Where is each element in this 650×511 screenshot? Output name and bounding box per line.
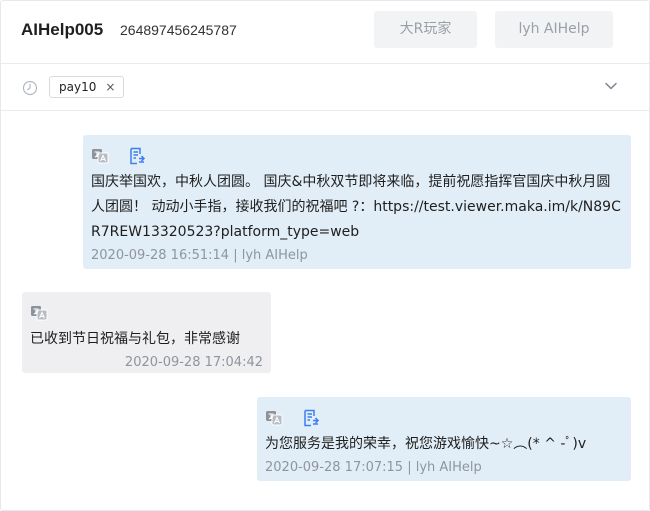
message-meta: 2020-09-28 17:04:42 xyxy=(124,355,263,370)
user-message: 已收到节日祝福与礼包，非常感谢 2020-09-28 17:04:42 xyxy=(22,292,271,373)
tag-pay10: pay10 × xyxy=(49,76,125,98)
clock-icon[interactable] xyxy=(22,80,38,96)
chevron-down-icon[interactable] xyxy=(604,81,618,91)
message-meta: 2020-09-28 17:07:15 | lyh AIHelp xyxy=(265,460,482,475)
message-actions xyxy=(30,302,263,324)
message-actions xyxy=(91,145,623,167)
document-icon[interactable] xyxy=(302,409,320,427)
translate-icon[interactable] xyxy=(91,147,109,165)
chat-header: AIHelp005 264897456245787 大R玩家 lyh AIHel… xyxy=(1,1,649,64)
message-actions xyxy=(265,407,623,429)
chat-panel: AIHelp005 264897456245787 大R玩家 lyh AIHel… xyxy=(0,0,650,511)
assignee-button[interactable]: lyh AIHelp xyxy=(495,11,613,48)
tag-close-icon[interactable]: × xyxy=(105,80,115,94)
agent-message: 为您服务是我的荣幸，祝您游戏愉快~☆︵(* ^ -ﾟ)v 2020-09-28 … xyxy=(257,397,631,481)
vip-tag-button[interactable]: 大R玩家 xyxy=(374,11,477,48)
document-icon[interactable] xyxy=(128,147,146,165)
tag-label: pay10 xyxy=(59,80,97,94)
translate-icon[interactable] xyxy=(265,409,283,427)
message-text: 已收到节日祝福与礼包，非常感谢 xyxy=(30,331,240,347)
user-name: AIHelp005 xyxy=(21,20,104,39)
agent-message: 国庆举国欢，中秋人团圆。 国庆&中秋双节即将来临，提前祝愿指挥官国庆中秋月圆人团… xyxy=(83,135,631,269)
user-id: 264897456245787 xyxy=(120,22,237,38)
tag-filter-bar: pay10 × xyxy=(1,64,649,111)
message-text: 国庆举国欢，中秋人团圆。 国庆&中秋双节即将来临，提前祝愿指挥官国庆中秋月圆人团… xyxy=(91,174,621,240)
message-meta: 2020-09-28 16:51:14 | lyh AIHelp xyxy=(91,248,308,263)
message-text: 为您服务是我的荣幸，祝您游戏愉快~☆︵(* ^ -ﾟ)v xyxy=(265,436,587,452)
translate-icon[interactable] xyxy=(30,304,48,322)
